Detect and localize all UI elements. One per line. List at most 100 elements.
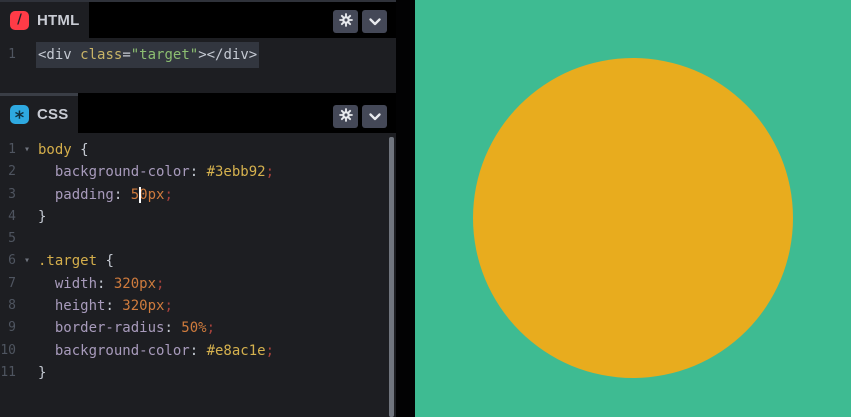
token-number: 50px bbox=[130, 186, 165, 203]
token-punct bbox=[38, 164, 55, 180]
token-selector: body bbox=[38, 142, 81, 158]
fold-gutter bbox=[16, 295, 38, 317]
html-tab-label: HTML bbox=[37, 11, 80, 29]
token-property: height bbox=[54, 298, 106, 315]
fold-gutter bbox=[16, 206, 38, 228]
html-code-area[interactable]: 1 <div class="target"></div> bbox=[0, 38, 396, 93]
html-editor-panel: / HTML 1 <div class="target"></div> bbox=[0, 0, 396, 93]
code-text: } bbox=[38, 206, 46, 228]
token-semi: ; bbox=[164, 186, 173, 203]
code-text: <div class="target"></div> bbox=[35, 41, 260, 69]
line-number[interactable]: 1 bbox=[0, 139, 16, 161]
css-code-area[interactable]: 1 ▾ body {2 background-color: #3ebb92; 3 pa… bbox=[0, 133, 396, 417]
line-number[interactable]: 7 bbox=[0, 273, 16, 295]
line-number[interactable]: 2 bbox=[0, 161, 16, 183]
token-tag: <div bbox=[38, 47, 81, 63]
token-selector: .target bbox=[38, 253, 106, 270]
code-line[interactable]: 5 bbox=[0, 228, 396, 250]
css-icon: * bbox=[10, 105, 29, 129]
css-scrollbar[interactable] bbox=[389, 137, 394, 417]
token-string: "target" bbox=[130, 47, 199, 63]
fold-gutter bbox=[16, 44, 38, 66]
chevron-down-icon bbox=[368, 109, 381, 124]
code-text: padding: 50px; bbox=[38, 184, 173, 206]
panel-divider[interactable] bbox=[396, 0, 415, 417]
gear-icon bbox=[338, 13, 353, 30]
fold-arrow-icon[interactable]: ▾ bbox=[16, 250, 38, 272]
fold-arrow-icon[interactable]: ▾ bbox=[16, 139, 38, 161]
html-collapse-button[interactable] bbox=[362, 10, 387, 33]
html-settings-button[interactable] bbox=[333, 10, 358, 33]
token-punct: : bbox=[189, 342, 207, 359]
target-circle bbox=[473, 58, 793, 378]
token-semi: ; bbox=[265, 164, 275, 181]
code-editor-app: / HTML 1 <div class="target"></div> * CS… bbox=[0, 0, 851, 417]
code-line[interactable]: 4} bbox=[0, 206, 396, 228]
html-icon: / bbox=[10, 10, 29, 30]
token-punct: : bbox=[189, 164, 207, 181]
code-line[interactable]: 1 <div class="target"></div> bbox=[0, 41, 396, 69]
css-editor-panel: * CSS 1 ▾ body {2 background-color: #3e… bbox=[0, 93, 396, 417]
tab-css[interactable]: * CSS bbox=[0, 93, 79, 133]
fold-gutter bbox=[16, 273, 38, 295]
line-number[interactable]: 5 bbox=[0, 228, 16, 250]
token-punct bbox=[38, 320, 55, 336]
line-number[interactable]: 3 bbox=[0, 184, 16, 206]
line-number[interactable]: 6 bbox=[0, 250, 16, 272]
token-hex: #e8ac1e bbox=[206, 342, 266, 359]
token-property: border-radius bbox=[54, 320, 165, 337]
code-line[interactable]: 7 width: 320px; bbox=[0, 273, 396, 295]
token-property: width bbox=[54, 275, 98, 292]
token-punct: } bbox=[38, 364, 47, 381]
fold-gutter bbox=[16, 161, 38, 183]
token-property: background-color bbox=[54, 342, 190, 359]
token-attr: class bbox=[80, 47, 123, 63]
code-line[interactable]: 9 border-radius: 50%; bbox=[0, 317, 396, 339]
token-semi: ; bbox=[156, 275, 165, 292]
css-panel-header: * CSS bbox=[0, 93, 396, 133]
token-punct bbox=[38, 187, 55, 203]
css-tab-label: CSS bbox=[37, 106, 69, 123]
code-text: body { bbox=[38, 139, 89, 161]
fold-gutter bbox=[16, 317, 38, 339]
tab-html[interactable]: / HTML bbox=[0, 2, 90, 38]
line-number[interactable]: 9 bbox=[0, 317, 16, 339]
token-punct: : bbox=[97, 275, 114, 292]
token-semi: ; bbox=[265, 342, 275, 359]
token-punct: : bbox=[164, 320, 182, 337]
css-settings-button[interactable] bbox=[333, 105, 358, 128]
code-text: width: 320px; bbox=[38, 273, 165, 295]
code-line[interactable]: 11} bbox=[0, 362, 396, 384]
code-line[interactable]: 10 background-color: #e8ac1e; bbox=[0, 340, 396, 362]
fold-gutter bbox=[16, 362, 38, 384]
line-number[interactable]: 4 bbox=[0, 206, 16, 228]
code-text: background-color: #3ebb92; bbox=[38, 161, 274, 183]
token-punct: { bbox=[80, 142, 89, 158]
token-semi: ; bbox=[206, 320, 216, 337]
token-tag: ></div> bbox=[198, 47, 258, 63]
token-semi: ; bbox=[164, 298, 173, 315]
html-header-buttons bbox=[333, 10, 387, 33]
code-line[interactable]: 1 ▾ body { bbox=[0, 139, 396, 161]
code-line[interactable]: 2 background-color: #3ebb92; bbox=[0, 161, 396, 183]
code-text: height: 320px; bbox=[38, 295, 173, 317]
css-collapse-button[interactable] bbox=[362, 105, 387, 128]
token-property: padding bbox=[54, 186, 114, 203]
token-punct: = bbox=[122, 47, 131, 63]
code-line[interactable]: 3 padding: 50px; bbox=[0, 184, 396, 206]
code-text: border-radius: 50%; bbox=[38, 317, 215, 339]
code-line[interactable]: 6 ▾ .target { bbox=[0, 250, 396, 272]
slash-glyph: / bbox=[17, 12, 22, 27]
line-number[interactable]: 8 bbox=[0, 295, 16, 317]
preview-pane bbox=[415, 0, 851, 417]
line-number[interactable]: 11 bbox=[0, 362, 16, 384]
line-number[interactable]: 1 bbox=[0, 44, 16, 66]
token-number: 320px bbox=[122, 298, 165, 315]
code-line[interactable]: 8 height: 320px; bbox=[0, 295, 396, 317]
token-hex: #3ebb92 bbox=[206, 164, 266, 181]
css-header-buttons bbox=[333, 105, 387, 128]
code-text: } bbox=[38, 362, 46, 384]
text-caret bbox=[139, 186, 141, 203]
line-number[interactable]: 10 bbox=[0, 340, 16, 362]
token-punct bbox=[38, 343, 55, 359]
